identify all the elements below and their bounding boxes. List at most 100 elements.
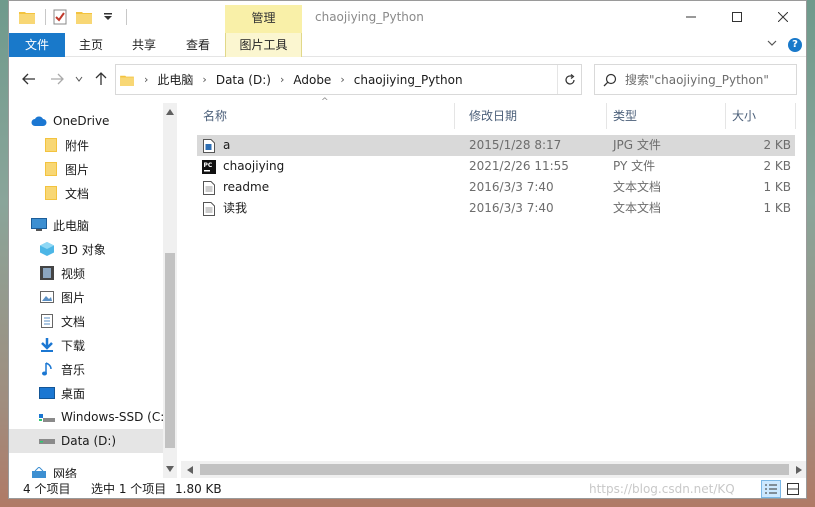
nav-item-3d-objects[interactable]: 3D 对象 (9, 237, 163, 261)
file-row[interactable]: readme 2016/3/3 7:40 文本文档 1 KB (197, 177, 795, 198)
tab-home[interactable]: 主页 (65, 33, 117, 57)
file-row[interactable]: PC chaojiying 2021/2/26 11:55 PY 文件 2 KB (197, 156, 795, 177)
scroll-up-icon[interactable] (163, 105, 177, 119)
nav-item-pictures-onedrive[interactable]: 图片 (9, 157, 163, 181)
expand-ribbon-button[interactable] (766, 37, 778, 52)
tab-view[interactable]: 查看 (171, 33, 225, 57)
refresh-icon (564, 73, 575, 85)
search-box[interactable] (594, 64, 797, 95)
search-input[interactable] (625, 72, 785, 87)
nav-item-documents-onedrive[interactable]: 文档 (9, 181, 163, 205)
tab-file[interactable]: 文件 (9, 33, 65, 57)
network-icon (31, 465, 47, 478)
scrollbar-thumb[interactable] (200, 464, 789, 475)
text-file-icon (201, 180, 217, 196)
picture-icon (39, 289, 55, 305)
desktop-icon (39, 385, 55, 401)
nav-pane-scrollbar[interactable] (163, 103, 177, 478)
file-row[interactable]: 读我 2016/3/3 7:40 文本文档 1 KB (197, 198, 795, 219)
nav-item-attachments[interactable]: 附件 (9, 133, 163, 157)
nav-item-onedrive[interactable]: OneDrive (9, 109, 163, 133)
column-size[interactable]: 大小 (726, 103, 796, 129)
chevron-right-icon[interactable]: › (340, 73, 344, 86)
tab-share[interactable]: 共享 (117, 33, 171, 57)
tab-picture-tools[interactable]: 图片工具 (225, 33, 302, 57)
nav-item-data-drive[interactable]: Data (D:) (9, 429, 163, 453)
window-title: chaojiying_Python (315, 10, 424, 24)
download-icon (39, 337, 55, 353)
scroll-down-icon[interactable] (163, 462, 177, 476)
chevron-down-icon (767, 40, 777, 46)
column-name[interactable]: 名称 (197, 103, 455, 129)
minimize-icon (686, 16, 696, 18)
breadcrumb-this-pc[interactable]: 此电脑 (157, 71, 193, 88)
help-icon[interactable]: ? (788, 38, 802, 52)
nav-item-network[interactable]: 网络 (9, 461, 163, 478)
folder-icon (120, 74, 138, 86)
nav-item-label: 文档 (61, 314, 86, 329)
file-name: readme (223, 180, 270, 194)
recent-locations-button[interactable] (69, 69, 89, 89)
folder-icon[interactable] (17, 7, 37, 27)
file-type: 文本文档 (613, 201, 662, 215)
arrow-right-icon (51, 73, 64, 85)
up-button[interactable] (91, 69, 111, 89)
forward-button[interactable] (47, 69, 67, 89)
close-button[interactable] (760, 1, 806, 33)
nav-item-music[interactable]: 音乐 (9, 357, 163, 381)
music-icon (39, 361, 55, 377)
nav-item-label: OneDrive (53, 114, 110, 128)
nav-item-label: 网络 (53, 466, 78, 479)
maximize-icon (732, 12, 742, 22)
nav-item-downloads[interactable]: 下载 (9, 333, 163, 357)
nav-item-pictures[interactable]: 图片 (9, 285, 163, 309)
column-date-modified[interactable]: 修改日期 (463, 103, 607, 129)
selected-size: 1.80 KB (175, 482, 222, 496)
nav-item-label: 图片 (61, 290, 86, 305)
new-folder-icon[interactable] (74, 7, 94, 27)
navigation-pane: OneDrive 附件 图片 文档 此电脑 3D 对象 视频 图片 文档 下载 … (9, 103, 177, 478)
refresh-button[interactable] (557, 65, 581, 94)
breadcrumb-adobe[interactable]: Adobe (293, 73, 331, 87)
computer-icon (31, 217, 47, 233)
chevron-down-icon (75, 76, 83, 82)
nav-item-windows-ssd[interactable]: Windows-SSD (C: (9, 405, 163, 429)
search-icon (603, 73, 617, 86)
selected-count: 选中 1 个项目 (91, 482, 167, 496)
drive-icon (39, 409, 55, 425)
scroll-left-icon[interactable] (183, 463, 197, 477)
cloud-icon (31, 113, 47, 129)
minimize-button[interactable] (668, 1, 714, 33)
file-row[interactable]: a 2015/1/28 8:17 JPG 文件 2 KB (197, 135, 795, 156)
breadcrumb-current-folder[interactable]: chaojiying_Python (354, 73, 463, 87)
scroll-right-icon[interactable] (792, 463, 806, 477)
file-type: PY 文件 (613, 159, 656, 173)
toolbar-divider (126, 9, 127, 25)
file-size: 1 KB (763, 180, 791, 194)
properties-icon[interactable] (50, 7, 70, 27)
maximize-button[interactable] (714, 1, 760, 33)
column-type[interactable]: 类型 (607, 103, 726, 129)
file-type: 文本文档 (613, 180, 662, 194)
document-icon (39, 313, 55, 329)
nav-item-label: 此电脑 (53, 218, 90, 233)
customize-toolbar-icon[interactable] (98, 7, 118, 27)
nav-item-this-pc[interactable]: 此电脑 (9, 213, 163, 237)
large-icons-view-button[interactable] (783, 480, 803, 498)
back-button[interactable] (19, 69, 39, 89)
nav-item-desktop[interactable]: 桌面 (9, 381, 163, 405)
chevron-right-icon[interactable]: › (202, 73, 206, 86)
chevron-right-icon[interactable]: › (280, 73, 284, 86)
details-view-button[interactable] (761, 480, 781, 498)
horizontal-scrollbar[interactable] (181, 461, 806, 478)
nav-item-videos[interactable]: 视频 (9, 261, 163, 285)
nav-item-label: 下载 (61, 338, 86, 353)
breadcrumb-data-drive[interactable]: Data (D:) (216, 73, 271, 87)
file-name: chaojiying (223, 159, 285, 173)
text-file-icon (201, 201, 217, 217)
address-bar[interactable]: › 此电脑 › Data (D:) › Adobe › chaojiying_P… (115, 64, 582, 95)
chevron-right-icon: › (144, 73, 149, 86)
scrollbar-thumb[interactable] (165, 253, 175, 448)
nav-item-documents[interactable]: 文档 (9, 309, 163, 333)
column-header: ^ 名称 修改日期 类型 大小 (181, 97, 806, 129)
